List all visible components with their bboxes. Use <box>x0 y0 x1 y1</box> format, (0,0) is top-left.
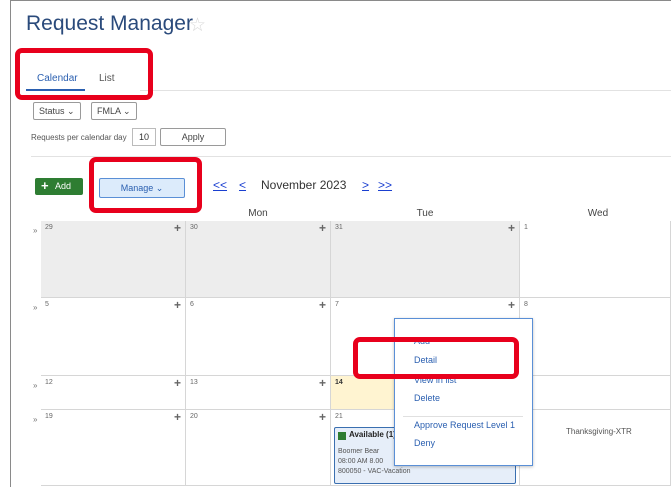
add-request-icon[interactable]: + <box>319 410 326 424</box>
day-number: 8 <box>524 301 528 308</box>
highlight-box-manage <box>89 157 202 213</box>
prev-month-link[interactable]: < <box>239 178 246 192</box>
calendar-day-cell[interactable]: 13 + <box>186 376 331 410</box>
menu-item-deny[interactable]: Deny <box>414 438 435 448</box>
add-button-label: Add <box>55 181 72 191</box>
fmla-filter-dropdown[interactable]: FMLA ⌄ <box>91 102 137 120</box>
day-number: 12 <box>45 379 53 386</box>
week-expand-icon[interactable]: » <box>33 381 37 390</box>
week-expand-icon[interactable]: » <box>33 226 37 235</box>
day-number: 31 <box>335 224 343 231</box>
requests-per-day-input[interactable]: 10 <box>132 128 156 146</box>
calendar-day-cell[interactable] <box>520 410 671 486</box>
page-title: Request Manager <box>26 12 193 35</box>
status-filter-dropdown[interactable]: Status ⌄ <box>33 102 81 120</box>
day-number: 21 <box>335 413 343 420</box>
calendar-day-cell[interactable]: 19 + <box>41 410 186 486</box>
event-title: Available (1) <box>349 430 396 439</box>
plus-icon: + <box>41 178 49 193</box>
add-request-icon[interactable]: + <box>319 376 326 390</box>
event-time: 08:00 AM 8.00 <box>338 458 384 465</box>
day-header-mon: Mon <box>248 208 268 219</box>
prev-year-link[interactable]: << <box>213 178 227 192</box>
calendar-day-cell[interactable]: 31 + <box>331 221 520 298</box>
day-number: 29 <box>45 224 53 231</box>
month-label: November 2023 <box>261 178 347 192</box>
calendar-day-cell[interactable] <box>520 376 671 410</box>
favorite-star-icon[interactable]: ☆ <box>189 14 206 37</box>
day-header-wed: Wed <box>587 208 609 219</box>
calendar-day-cell[interactable]: 1 <box>520 221 671 298</box>
day-number: 30 <box>190 224 198 231</box>
calendar-day-cell[interactable]: 20 + <box>186 410 331 486</box>
week-expand-icon[interactable]: » <box>33 303 37 312</box>
add-request-icon[interactable]: + <box>319 221 326 235</box>
holiday-label: Thanksgiving-XTR <box>566 427 632 436</box>
day-number: 5 <box>45 301 49 308</box>
calendar-day-cell[interactable]: 8 <box>520 298 671 376</box>
requests-per-day-label: Requests per calendar day <box>31 133 127 142</box>
add-request-icon[interactable]: + <box>508 221 515 235</box>
calendar-day-cell[interactable]: 5 + <box>41 298 186 376</box>
calendar-day-cell[interactable]: 12 + <box>41 376 186 410</box>
menu-item-delete[interactable]: Delete <box>414 393 440 403</box>
add-request-icon[interactable]: + <box>174 298 181 312</box>
day-number: 14 <box>335 379 343 386</box>
day-header-tue: Tue <box>416 208 434 219</box>
highlight-box-tabs <box>15 48 153 100</box>
day-number: 7 <box>335 301 339 308</box>
status-swatch <box>338 432 346 440</box>
day-number: 19 <box>45 413 53 420</box>
event-code: 800050 - VAC-Vacation <box>338 468 411 475</box>
apply-button[interactable]: Apply <box>160 128 226 146</box>
add-request-icon[interactable]: + <box>174 410 181 424</box>
add-request-icon[interactable]: + <box>174 221 181 235</box>
day-number: 13 <box>190 379 198 386</box>
day-number: 6 <box>190 301 194 308</box>
add-request-icon[interactable]: + <box>508 298 515 312</box>
day-number: 20 <box>190 413 198 420</box>
next-month-link[interactable]: > <box>362 178 369 192</box>
week-expand-icon[interactable]: » <box>33 415 37 424</box>
calendar-day-cell[interactable]: 29 + <box>41 221 186 298</box>
calendar-day-cell[interactable]: 30 + <box>186 221 331 298</box>
menu-divider <box>403 416 523 417</box>
add-button[interactable]: + Add <box>35 178 83 195</box>
add-request-icon[interactable]: + <box>174 376 181 390</box>
tabs-divider <box>140 90 671 91</box>
next-year-link[interactable]: >> <box>378 178 392 192</box>
highlight-box-detail <box>353 337 519 379</box>
calendar-day-cell[interactable]: 6 + <box>186 298 331 376</box>
event-employee: Boomer Bear <box>338 448 380 455</box>
add-request-icon[interactable]: + <box>319 298 326 312</box>
day-number: 1 <box>524 224 528 231</box>
menu-item-approve[interactable]: Approve Request Level 1 <box>414 420 515 430</box>
